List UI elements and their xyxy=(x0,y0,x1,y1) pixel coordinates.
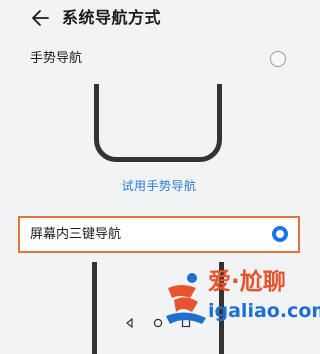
watermark: 爱·尬聊 igaliao.com xyxy=(162,262,320,332)
option-gesture-label: 手势导航 xyxy=(30,51,83,66)
page-title: 系统导航方式 xyxy=(62,8,162,27)
back-button[interactable] xyxy=(28,6,54,30)
watermark-brand-text: 爱·尬聊 xyxy=(208,269,286,295)
triangle-back-icon xyxy=(124,317,136,329)
header-bar: 系统导航方式 xyxy=(0,0,318,36)
watermark-url-text: igaliao.com xyxy=(208,300,320,322)
option-three-key-label: 屏幕内三键导航 xyxy=(30,227,122,242)
option-gesture-navigation[interactable]: 手势导航 xyxy=(18,42,300,76)
three-key-radio-button[interactable] xyxy=(272,226,288,242)
arrow-left-icon xyxy=(32,10,49,26)
gesture-radio-button[interactable] xyxy=(270,51,286,67)
option-three-key-navigation[interactable]: 屏幕内三键导航 xyxy=(18,216,300,253)
gesture-preview-phone xyxy=(94,84,222,162)
try-gesture-link[interactable]: 试用手势导航 xyxy=(0,178,318,194)
watermark-logo-icon xyxy=(162,268,210,328)
